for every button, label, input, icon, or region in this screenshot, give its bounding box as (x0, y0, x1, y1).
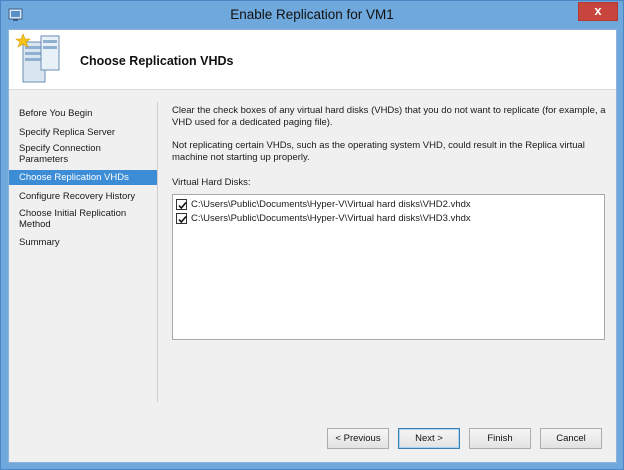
nav-step-before-you-begin[interactable]: Before You Begin (9, 108, 157, 119)
nav-step-configure-recovery-history[interactable]: Configure Recovery History (9, 191, 157, 202)
wizard-step-nav: Before You Begin Specify Replica Server … (9, 91, 159, 401)
checkmark-icon (178, 201, 187, 210)
vhd3-checkbox[interactable] (176, 213, 187, 224)
previous-button[interactable]: < Previous (327, 428, 389, 449)
cancel-button[interactable]: Cancel (540, 428, 602, 449)
vhd-list-label: Virtual Hard Disks: (172, 177, 251, 188)
wizard-client-area: Choose Replication VHDs Before You Begin… (8, 29, 617, 463)
server-wizard-icon (15, 33, 60, 83)
checkmark-icon (178, 215, 187, 224)
vhd-list-item[interactable]: C:\Users\Public\Documents\Hyper-V\Virtua… (176, 198, 596, 211)
close-button[interactable]: x (578, 2, 618, 21)
nav-step-specify-connection-parameters[interactable]: Specify Connection Parameters (9, 143, 119, 165)
window-title: Enable Replication for VM1 (230, 7, 394, 22)
vhd-list[interactable]: C:\Users\Public\Documents\Hyper-V\Virtua… (172, 194, 605, 340)
next-button[interactable]: Next > (398, 428, 460, 449)
close-icon: x (594, 3, 602, 18)
nav-step-choose-initial-replication-method[interactable]: Choose Initial Replication Method (9, 208, 129, 230)
vhd-path: C:\Users\Public\Documents\Hyper-V\Virtua… (191, 213, 471, 224)
warning-text: Not replicating certain VHDs, such as th… (172, 140, 585, 163)
wizard-header: Choose Replication VHDs (9, 30, 616, 90)
finish-button[interactable]: Finish (469, 428, 531, 449)
intro-text: Clear the check boxes of any virtual har… (172, 105, 606, 128)
nav-step-choose-replication-vhds[interactable]: Choose Replication VHDs (9, 170, 157, 185)
page-title: Choose Replication VHDs (80, 54, 234, 68)
title-bar[interactable]: Enable Replication for VM1 x (1, 1, 623, 29)
dialog-window: Enable Replication for VM1 x Choose Repl… (0, 0, 624, 470)
vhd-path: C:\Users\Public\Documents\Hyper-V\Virtua… (191, 199, 471, 210)
nav-step-summary[interactable]: Summary (9, 237, 157, 248)
vhd2-checkbox[interactable] (176, 199, 187, 210)
vhd-list-item[interactable]: C:\Users\Public\Documents\Hyper-V\Virtua… (176, 212, 596, 225)
nav-divider (157, 102, 158, 402)
nav-step-specify-replica-server[interactable]: Specify Replica Server (9, 127, 157, 138)
